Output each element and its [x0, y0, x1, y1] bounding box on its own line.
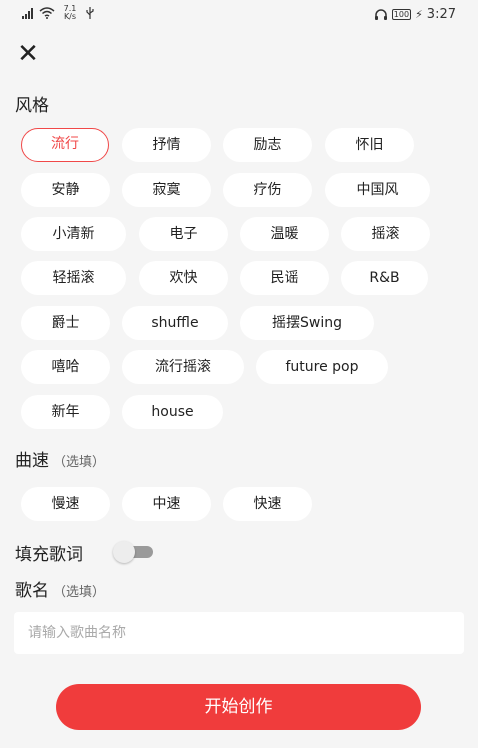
- charging-icon: ⚡: [415, 8, 423, 21]
- song-name-optional-hint: （选填）: [53, 585, 106, 600]
- style-tag[interactable]: R&B: [341, 261, 428, 295]
- style-tag[interactable]: 怀旧: [325, 128, 414, 162]
- battery-icon: 100: [391, 9, 412, 20]
- style-tag[interactable]: 欢快: [139, 261, 228, 295]
- style-tag[interactable]: house: [122, 395, 223, 429]
- fill-lyrics-label: 填充歌词: [15, 545, 83, 565]
- style-tag[interactable]: 轻摇滚: [21, 261, 126, 295]
- status-left: 7.1 K/s: [22, 5, 95, 21]
- tempo-option-fast[interactable]: 快速: [223, 487, 312, 521]
- style-tag[interactable]: 疗伤: [223, 173, 312, 207]
- tempo-title-text: 曲速: [15, 451, 49, 471]
- style-tag[interactable]: 新年: [21, 395, 110, 429]
- style-tag[interactable]: 摇滚: [341, 217, 430, 251]
- tempo-option-slow[interactable]: 慢速: [21, 487, 110, 521]
- style-tag[interactable]: 寂寞: [122, 173, 211, 207]
- style-tag[interactable]: 励志: [223, 128, 312, 162]
- style-tag[interactable]: 抒情: [122, 128, 211, 162]
- close-icon[interactable]: ✕: [14, 40, 42, 68]
- start-create-button[interactable]: 开始创作: [56, 684, 421, 730]
- style-section-title: 风格: [15, 91, 49, 116]
- style-tag[interactable]: 摇摆Swing: [240, 306, 374, 340]
- style-tag[interactable]: 小清新: [21, 217, 126, 251]
- status-time: 3:27: [426, 7, 456, 22]
- style-tag[interactable]: future pop: [256, 350, 388, 384]
- status-bar: 7.1 K/s 100 ⚡ 3:27: [0, 0, 478, 30]
- tempo-section-title: 曲速 （选填）: [15, 446, 105, 471]
- signal-icon: [22, 7, 33, 19]
- network-speed: 7.1 K/s: [61, 5, 79, 21]
- status-right: 100 ⚡ 3:27: [374, 7, 456, 22]
- fill-lyrics-toggle[interactable]: [113, 541, 155, 563]
- song-name-section-title: 歌名 （选填）: [15, 576, 105, 601]
- style-tag-selected[interactable]: 流行: [21, 128, 109, 162]
- style-tag[interactable]: 安静: [21, 173, 110, 207]
- style-tag[interactable]: 电子: [139, 217, 228, 251]
- wifi-icon: [39, 7, 55, 19]
- song-name-title-text: 歌名: [15, 581, 49, 601]
- style-tag[interactable]: 民谣: [240, 261, 329, 295]
- network-speed-unit: K/s: [63, 12, 77, 21]
- headphones-icon: [374, 9, 387, 20]
- usb-icon: [86, 7, 94, 19]
- tempo-option-medium[interactable]: 中速: [122, 487, 211, 521]
- style-title-text: 风格: [15, 96, 49, 116]
- style-tag[interactable]: shuffle: [122, 306, 228, 340]
- style-tag[interactable]: 中国风: [325, 173, 430, 207]
- style-tag[interactable]: 嘻哈: [21, 350, 110, 384]
- style-tag[interactable]: 温暖: [240, 217, 329, 251]
- tempo-optional-hint: （选填）: [53, 455, 106, 470]
- style-tag[interactable]: 爵士: [21, 306, 110, 340]
- style-tag[interactable]: 流行摇滚: [122, 350, 244, 384]
- toggle-knob: [113, 541, 135, 563]
- song-name-input[interactable]: [14, 612, 464, 654]
